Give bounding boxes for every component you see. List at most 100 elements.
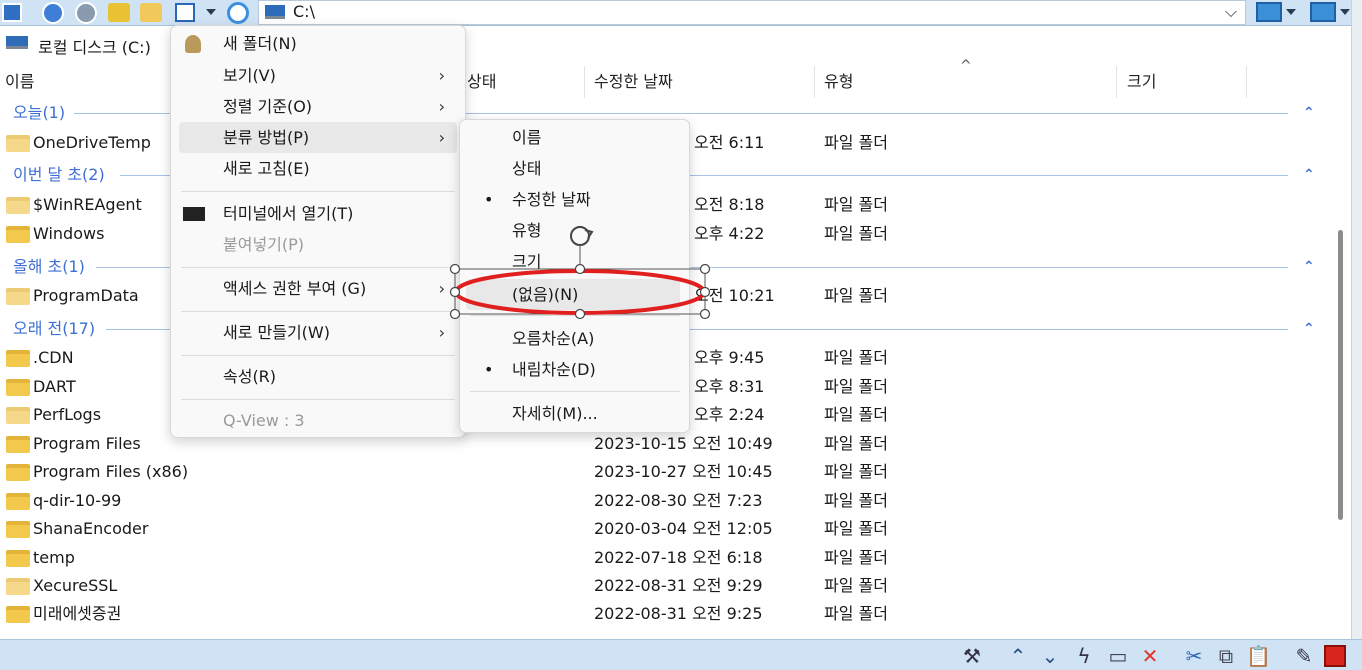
column-separator[interactable] [1246,66,1247,98]
submenu-item-more[interactable]: 자세히(M)... [466,398,680,429]
file-name: Windows [33,224,105,243]
window-edge [1351,0,1362,639]
collapse-group-icon[interactable]: ⌃ [1303,322,1315,336]
folder-icon [6,550,30,567]
layout-button-2[interactable] [1310,2,1336,22]
folder-icon [6,436,30,453]
refresh-icon[interactable] [227,2,249,24]
menu-item-refresh[interactable]: 새로 고침(E) [179,153,457,184]
column-separator[interactable] [1116,66,1117,98]
column-header-status[interactable]: 상태 [467,66,496,98]
menu-item-group-by[interactable]: 분류 방법(P) › [179,122,457,153]
submenu-item-name[interactable]: 이름 [466,122,680,153]
submenu-item-status[interactable]: 상태 [466,153,680,184]
location-bar[interactable]: 로컬 디스크 (C:) [0,31,170,57]
collapse-group-icon[interactable]: ⌃ [1303,260,1315,274]
lightning-icon[interactable]: ϟ [1072,644,1096,668]
scrollbar-thumb[interactable] [1338,230,1343,520]
file-date: 2023-10-15 오전 10:49 [594,434,773,453]
new-folder-icon[interactable] [140,3,162,22]
submenu-item-modified[interactable]: • 수정한 날짜 [466,184,680,215]
menu-item-sort-by[interactable]: 정렬 기준(O) › [179,91,457,122]
file-date: 오후 9:45 [694,348,765,367]
drive-icon [265,5,285,19]
rotate-handle-icon [570,226,594,269]
collapse-group-icon[interactable]: ⌃ [1303,168,1315,182]
file-name: Program Files (x86) [33,462,189,481]
delete-icon[interactable]: ✕ [1138,644,1162,668]
cut-icon[interactable]: ✂ [1182,644,1206,668]
file-date: 2023-10-27 오전 10:45 [594,462,773,481]
address-bar[interactable]: C:\ ⌵ [258,0,1246,25]
annotation-overlay [449,226,711,320]
chevron-down-icon[interactable]: ⌄ [1038,644,1062,668]
file-type: 파일 폴더 [824,576,888,595]
file-type: 파일 폴더 [824,133,888,152]
list-item[interactable]: Program Files (x86) 2023-10-27 오전 10:45 … [0,458,1328,486]
stop-icon[interactable] [1324,645,1346,667]
group-header-today[interactable]: 오늘(1) [13,101,65,125]
folder-icon [6,197,30,214]
file-date: 2020-03-04 오전 12:05 [594,519,773,538]
folder-icon [6,379,30,396]
forward-icon[interactable] [75,2,97,24]
paste-icon[interactable]: 📋 [1246,644,1271,668]
column-header-modified[interactable]: 수정한 날짜 [594,66,673,98]
copy-icon[interactable]: ⧉ [1214,644,1238,668]
menu-item-view[interactable]: 보기(V) › [179,60,457,91]
folder-icon [6,606,30,623]
column-separator[interactable] [814,66,815,98]
file-name: q-dir-10-99 [33,491,122,510]
group-header-this-month[interactable]: 이번 달 초(2) [13,163,105,187]
file-name: $WinREAgent [33,195,142,214]
submenu-item-descending[interactable]: • 내림차순(D) [466,354,680,385]
list-item[interactable]: temp 2022-07-18 오전 6:18 파일 폴더 [0,544,1328,572]
file-type: 파일 폴더 [824,224,888,243]
status-toolbar: ⚒ ⌃ ⌄ ϟ ▭ ✕ ✂ ⧉ 📋 ✎ [0,639,1362,670]
chevron-down-icon[interactable] [1286,9,1296,15]
list-item[interactable]: ShanaEncoder 2020-03-04 오전 12:05 파일 폴더 [0,515,1328,543]
filter-icon[interactable]: ⚒ [960,644,984,668]
up-folder-icon[interactable] [108,3,130,22]
menu-item-properties[interactable]: 속성(R) [179,361,457,392]
group-header-long-ago[interactable]: 오래 전(17) [13,317,95,341]
new-folder-icon [185,35,201,53]
menu-item-new-folder[interactable]: 새 폴더(N) [179,28,457,59]
list-item[interactable]: XecureSSL 2022-08-31 오전 9:29 파일 폴더 [0,572,1328,600]
chevron-up-icon[interactable]: ⌃ [1006,644,1030,668]
menu-separator [470,391,680,392]
column-header-size[interactable]: 크기 [1127,66,1156,98]
menu-item-new[interactable]: 새로 만들기(W) › [179,317,457,348]
column-header-type[interactable]: 유형 [824,66,853,98]
chevron-down-icon[interactable] [206,9,216,15]
vertical-scrollbar[interactable] [1330,60,1350,638]
layout-button-1[interactable] [1256,2,1282,22]
column-separator[interactable] [584,66,585,98]
panel-icon[interactable] [2,3,22,22]
column-header-name[interactable]: 이름 [5,66,34,98]
list-item[interactable]: 미래에셋증권 2022-08-31 오전 9:25 파일 폴더 [0,600,1328,628]
chevron-down-icon[interactable] [1340,9,1350,15]
file-name: OneDriveTemp [33,133,151,152]
file-type: 파일 폴더 [824,195,888,214]
back-icon[interactable] [42,2,64,24]
collapse-group-icon[interactable]: ⌃ [1303,106,1315,120]
menu-item-grant-access[interactable]: 액세스 권한 부여 (G) › [179,273,457,304]
file-name: ShanaEncoder [33,519,149,538]
menu-item-paste[interactable]: 붙여넣기(P) [179,229,457,260]
menu-item-open-terminal[interactable]: 터미널에서 열기(T) [179,198,457,229]
list-item[interactable]: q-dir-10-99 2022-08-30 오전 7:23 파일 폴더 [0,487,1328,515]
folder-icon [6,135,30,152]
group-header-this-year[interactable]: 올해 초(1) [13,255,85,279]
file-name: 미래에셋증권 [33,604,122,623]
address-text: C:\ [293,2,315,21]
file-date: 오전 6:11 [694,133,765,152]
menu-separator [181,267,455,268]
file-date: 오전 8:18 [694,195,765,214]
view-mode-icon[interactable] [175,3,195,22]
address-dropdown-icon[interactable]: ⌵ [1225,2,1237,22]
menu-item-qview[interactable]: Q-View : 3 [179,405,457,436]
selection-handles [449,263,711,320]
edit-icon[interactable]: ✎ [1292,644,1316,668]
rename-icon[interactable]: ▭ [1106,644,1130,668]
